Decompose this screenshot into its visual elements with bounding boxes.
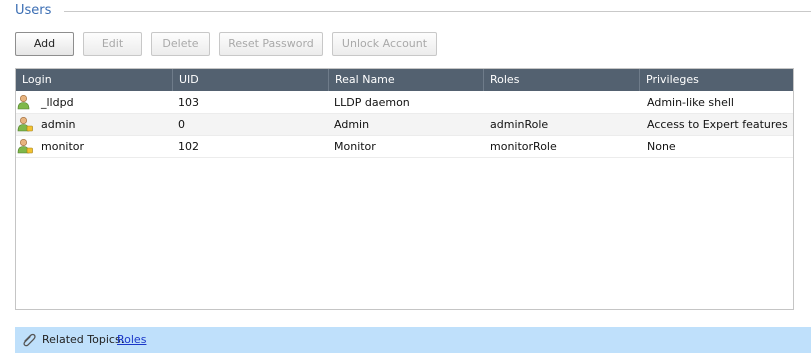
title-divider — [64, 11, 811, 12]
reset-password-button[interactable]: Reset Password — [219, 32, 323, 56]
column-header-privileges[interactable]: Privileges — [639, 69, 793, 91]
column-header-login[interactable]: Login — [16, 69, 172, 91]
user-icon — [17, 94, 30, 110]
real-name-cell: LLDP daemon — [334, 96, 410, 109]
real-name-cell: Admin — [334, 118, 370, 131]
related-topics-bar: Related Topics: Roles — [15, 327, 811, 353]
uid-cell: 0 — [178, 118, 185, 131]
table-row[interactable]: _lldpd 103 LLDP daemon Admin-like shell — [16, 92, 793, 114]
paperclip-icon — [23, 333, 36, 347]
login-cell: monitor — [41, 140, 85, 153]
unlock-account-button[interactable]: Unlock Account — [332, 32, 437, 56]
table-row[interactable]: monitor 102 Monitor monitorRole None — [16, 136, 793, 158]
column-header-real-name[interactable]: Real Name — [328, 69, 483, 91]
users-table: Login UID Real Name Roles Privileges _ll… — [15, 68, 794, 310]
privileges-cell: Access to Expert features — [647, 118, 788, 131]
edit-button[interactable]: Edit — [83, 32, 142, 56]
add-button[interactable]: Add — [15, 32, 74, 56]
section-title: Users — [15, 3, 58, 18]
roles-cell: monitorRole — [490, 140, 557, 153]
real-name-cell: Monitor — [334, 140, 376, 153]
table-row[interactable]: admin 0 Admin adminRole Access to Expert… — [16, 114, 793, 136]
login-cell: admin — [41, 118, 76, 131]
roles-cell: adminRole — [490, 118, 549, 131]
column-header-uid[interactable]: UID — [172, 69, 328, 91]
uid-cell: 103 — [178, 96, 199, 109]
uid-cell: 102 — [178, 140, 199, 153]
user-icon — [17, 116, 33, 132]
related-topics-label: Related Topics: — [42, 333, 125, 346]
delete-button[interactable]: Delete — [151, 32, 210, 56]
column-header-roles[interactable]: Roles — [483, 69, 639, 91]
roles-link[interactable]: Roles — [117, 327, 146, 353]
privileges-cell: None — [647, 140, 676, 153]
table-header: Login UID Real Name Roles Privileges — [16, 69, 793, 91]
privileges-cell: Admin-like shell — [647, 96, 734, 109]
user-icon — [17, 138, 33, 154]
login-cell: _lldpd — [41, 96, 74, 109]
